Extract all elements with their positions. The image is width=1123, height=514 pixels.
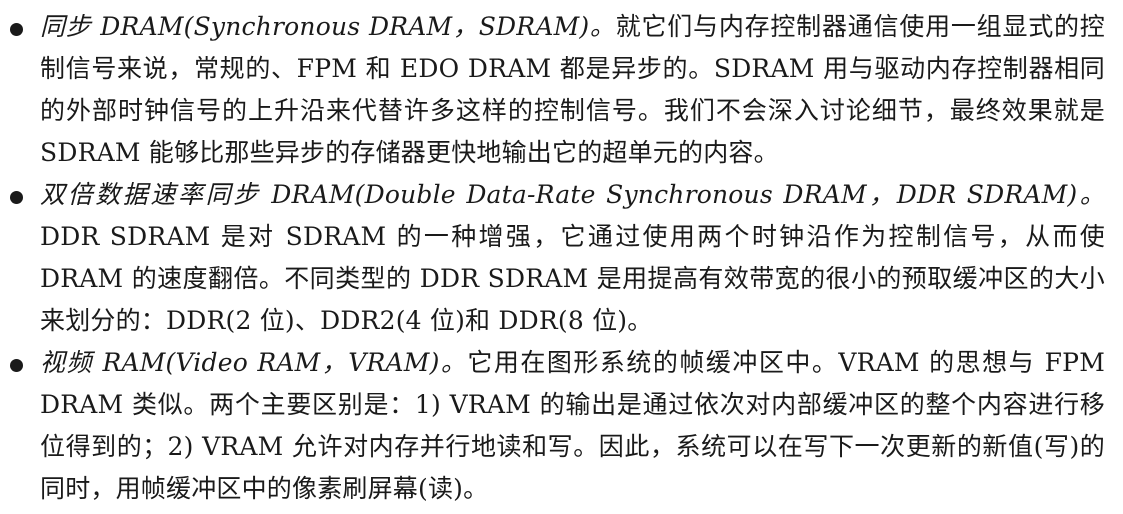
- paragraph-sdram: 同步 DRAM(Synchronous DRAM，SDRAM)。就它们与内存控制…: [40, 6, 1105, 174]
- list-item-sdram: 同步 DRAM(Synchronous DRAM，SDRAM)。就它们与内存控制…: [0, 6, 1105, 174]
- list-item-ddr-sdram: 双倍数据速率同步 DRAM(Double Data-Rate Synchrono…: [0, 174, 1105, 342]
- bullet-icon: [10, 191, 23, 204]
- paragraph-ddr-sdram: 双倍数据速率同步 DRAM(Double Data-Rate Synchrono…: [40, 174, 1105, 342]
- term-ddr-sdram: 双倍数据速率同步 DRAM(Double Data-Rate Synchrono…: [40, 180, 1105, 209]
- text-ddr-sdram: DDR SDRAM 是对 SDRAM 的一种增强，它通过使用两个时钟沿作为控制信…: [40, 222, 1105, 335]
- document-page: 同步 DRAM(Synchronous DRAM，SDRAM)。就它们与内存控制…: [0, 0, 1123, 514]
- list-item-vram: 视频 RAM(Video RAM，VRAM)。它用在图形系统的帧缓冲区中。VRA…: [0, 342, 1105, 510]
- paragraph-vram: 视频 RAM(Video RAM，VRAM)。它用在图形系统的帧缓冲区中。VRA…: [40, 342, 1105, 510]
- bullet-icon: [10, 23, 23, 36]
- bullet-icon: [10, 359, 23, 372]
- term-sdram: 同步 DRAM(Synchronous DRAM，SDRAM)。: [40, 12, 616, 41]
- term-vram: 视频 RAM(Video RAM，VRAM)。: [40, 348, 468, 377]
